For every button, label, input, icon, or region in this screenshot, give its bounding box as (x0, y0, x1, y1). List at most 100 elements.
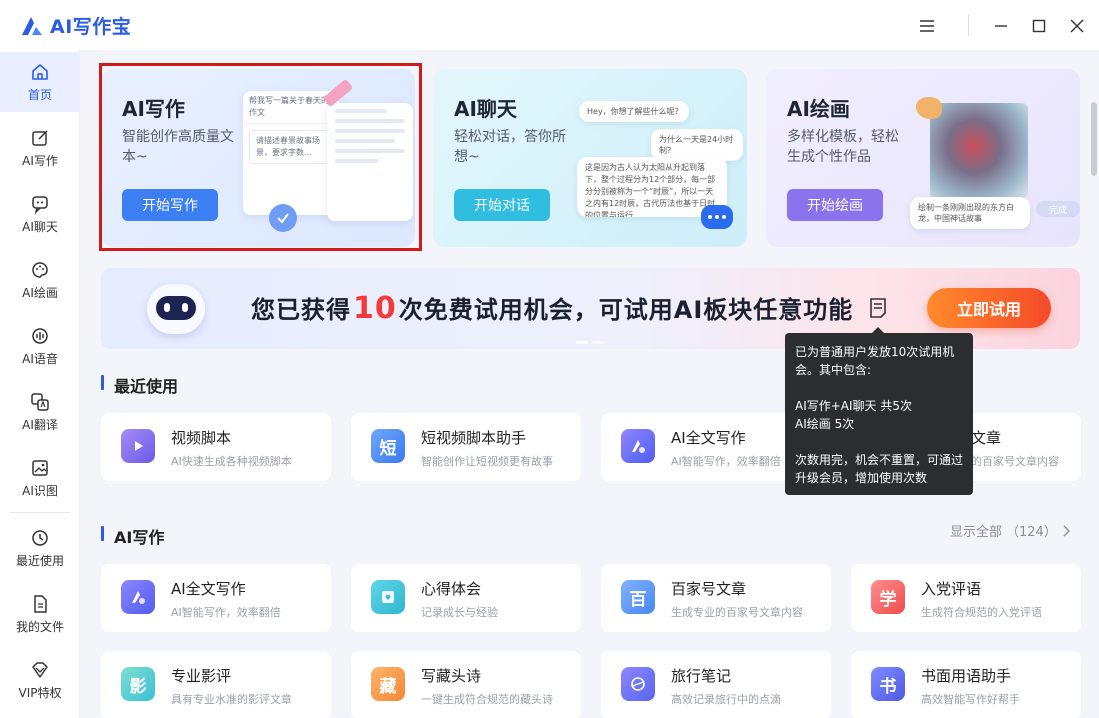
chat-icon (32, 195, 48, 214)
sidebar-item-label: AI写作 (22, 153, 58, 168)
tool-card-film-review[interactable]: 影 专业影评 具有专业水准的影评文章 (101, 651, 331, 718)
travel-notes-icon (621, 667, 655, 701)
tool-card-party-comment[interactable]: 学 入党评语 生成符合规范的入党评语 (851, 564, 1081, 632)
check-icon (269, 204, 297, 232)
section-title-ai-writing: AI写作 (101, 524, 164, 548)
show-all-link[interactable]: 显示全部 （124） (950, 521, 1071, 540)
sidebar-item-label: VIP特权 (18, 685, 62, 700)
sidebar-item-ai-voice[interactable]: AI语音 (0, 316, 80, 376)
sidebar-item-label: AI语音 (22, 351, 58, 366)
tooltip-line: AI写作+AI聊天 共5次 (795, 399, 913, 413)
tool-desc: 记录成长与经验 (421, 606, 498, 619)
menu-icon[interactable] (915, 14, 939, 38)
palette-decoration-icon (916, 97, 942, 119)
sidebar-item-label: AI绘画 (22, 285, 58, 300)
carousel-dot[interactable] (592, 341, 604, 344)
sidebar-item-ai-chat[interactable]: AI聊天 (0, 184, 80, 244)
tool-card-reflection[interactable]: 心得体会 记录成长与经验 (351, 564, 581, 632)
close-icon[interactable] (1065, 14, 1089, 38)
sidebar-item-ai-image-recognition[interactable]: AI识图 (0, 448, 80, 508)
section-title-recent: 最近使用 (101, 373, 178, 397)
tool-name: 书面用语助手 (921, 667, 1012, 685)
start-writing-button[interactable]: 开始写作 (122, 189, 218, 221)
start-painting-button[interactable]: 开始绘画 (787, 189, 883, 221)
tool-desc: 生成专业的百家号文章内容 (671, 606, 803, 619)
sidebar-item-label: 首页 (27, 87, 52, 102)
mock-body-text: 请描述春景故事场景，要求字数... (249, 130, 333, 164)
sidebar-item-recent[interactable]: 最近使用 (0, 518, 80, 578)
tool-name: 短视频脚本助手 (421, 429, 527, 447)
feature-card-ai-chat[interactable]: AI聊天 轻松对话，答你所想~ 开始对话 Hey，你想了解些什么呢? 为什么一天… (433, 69, 747, 247)
tool-card-acrostic-poem[interactable]: 藏 写藏头诗 一键生成符合规范的藏头诗 (351, 651, 581, 718)
tool-desc: 具有专业水准的影评文章 (171, 693, 292, 706)
video-script-icon (121, 429, 155, 463)
translate-icon (31, 392, 49, 411)
tool-card-video-script[interactable]: 视频脚本 AI快速生成各种视频脚本 (101, 413, 331, 481)
try-now-button[interactable]: 立即试用 (927, 288, 1051, 328)
sidebar-item-vip[interactable]: VIP特权 (0, 650, 80, 710)
logo-icon (22, 16, 42, 35)
reflection-icon (371, 580, 405, 614)
painting-caption: 绘制一条刚刚出现的东方白龙，中国神话故事 (910, 197, 1030, 229)
carousel-dots (576, 341, 604, 344)
tool-name: 入党评语 (921, 580, 982, 598)
sidebar-item-ai-translate[interactable]: AI翻译 (0, 382, 80, 442)
full-writing-icon (121, 580, 155, 614)
minimize-icon[interactable] (989, 14, 1013, 38)
short-video-icon: 短 (371, 429, 405, 463)
show-all-count: （124） (1006, 525, 1057, 540)
feature-desc: 多样化模板，轻松生成个性作品 (787, 129, 899, 165)
carousel-dot[interactable] (576, 341, 588, 344)
sidebar-item-home[interactable]: 首页 (0, 52, 80, 112)
tool-card-travel-notes[interactable]: 旅行笔记 高效记录旅行中的点滴 (601, 651, 831, 718)
sidebar-item-label: AI识图 (22, 483, 58, 498)
tool-desc: 智能创作让短视频更有故事 (421, 455, 553, 468)
sidebar-item-label: AI翻译 (22, 417, 58, 432)
banner-message: 您已获得10次免费试用机会，可试用AI板块任意功能 (251, 290, 853, 326)
scrollbar-thumb[interactable] (1091, 102, 1097, 176)
history-icon (32, 529, 48, 546)
tool-card-full-writing-2[interactable]: AI全文写作 AI智能写作，效率翻倍 (101, 564, 331, 632)
tool-desc: 的百家号文章内容 (971, 455, 1059, 468)
maximize-icon[interactable] (1027, 14, 1051, 38)
tool-name: 百家号文章 (671, 580, 747, 598)
chat-bubble-bot: Hey，你想了解些什么呢? (579, 101, 689, 122)
chat-dots-icon (701, 205, 733, 229)
tool-desc: AI快速生成各种视频脚本 (171, 455, 292, 468)
show-all-label: 显示全部 (950, 525, 1003, 540)
sidebar-item-ai-writing[interactable]: AI写作 (0, 118, 80, 178)
image-recognition-icon (32, 459, 48, 476)
info-doc-icon[interactable] (869, 297, 887, 319)
edit-icon (32, 129, 48, 146)
title-divider (968, 14, 969, 36)
tool-name: AI全文写作 (671, 429, 746, 447)
tool-desc: 高效智能写作好帮手 (921, 693, 1020, 706)
feature-card-ai-writing[interactable]: AI写作 智能创作高质量文本~ 开始写作 帮我写一篇关于春天的作文 请描述春景故… (101, 69, 415, 247)
trial-info-tooltip: 已为普通用户发放10次试用机会。其中包含: AI写作+AI聊天 共5次 AI绘画… (785, 327, 973, 495)
banner-trial-count: 10 (353, 291, 397, 326)
file-icon (34, 594, 47, 613)
writing-illustration: 帮我写一篇关于春天的作文 请描述春景故事场景，要求字数... (243, 91, 339, 215)
party-comment-icon: 学 (871, 580, 905, 614)
tool-name: 专业影评 (171, 667, 232, 685)
feature-card-ai-painting[interactable]: AI绘画 多样化模板，轻松生成个性作品 开始绘画 绘制一条刚刚出现的东方白龙，中… (766, 69, 1080, 247)
writing-illustration-side (327, 103, 413, 221)
feature-title: AI写作 (122, 97, 185, 121)
tool-name: 旅行笔记 (671, 667, 732, 685)
banner-text-before: 您已获得 (251, 296, 351, 324)
sidebar-item-my-files[interactable]: 我的文件 (0, 584, 80, 644)
tool-card-written-language[interactable]: 书 书面用语助手 高效智能写作好帮手 (851, 651, 1081, 718)
sidebar: 首页 AI写作 AI聊天 AI绘画 AI语音 AI翻译 AI识图 最近使用 我的… (0, 50, 80, 718)
feature-desc: 轻松对话，答你所想~ (454, 129, 566, 165)
feature-desc: 智能创作高质量文本~ (122, 129, 234, 165)
tool-desc: 一键生成符合规范的藏头诗 (421, 693, 553, 706)
start-chat-button[interactable]: 开始对话 (454, 189, 550, 221)
sidebar-item-label: 最近使用 (15, 553, 64, 568)
dragon-artwork-image (930, 103, 1028, 199)
tool-name: 写藏头诗 (421, 667, 482, 685)
tool-card-baijiahao[interactable]: 百 百家号文章 生成专业的百家号文章内容 (601, 564, 831, 632)
sidebar-item-ai-painting[interactable]: AI绘画 (0, 250, 80, 310)
palette-icon (32, 261, 48, 278)
film-review-icon: 影 (121, 667, 155, 701)
tool-card-short-video-script[interactable]: 短 短视频脚本助手 智能创作让短视频更有故事 (351, 413, 581, 481)
